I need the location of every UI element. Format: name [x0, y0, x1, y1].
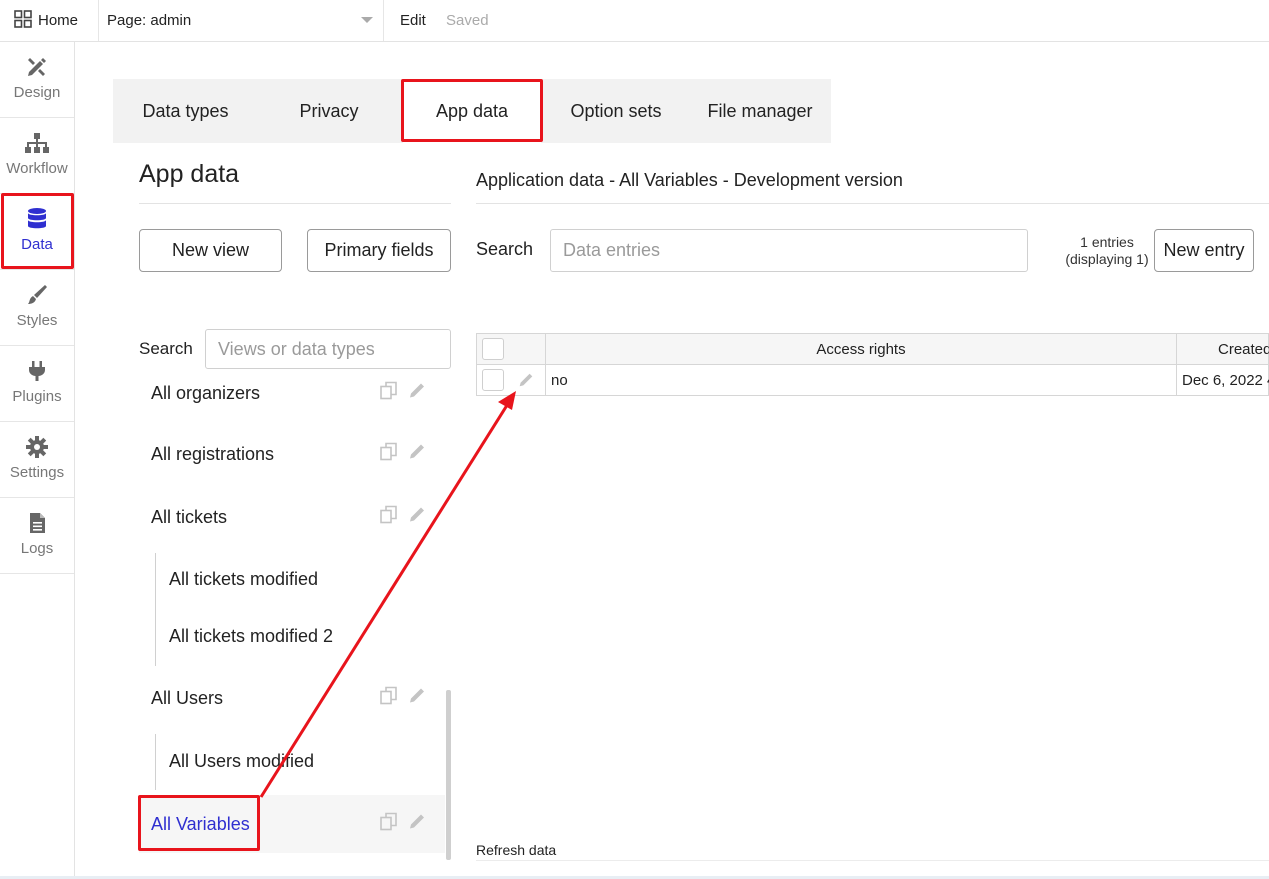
- page-select-value: Page: admin: [107, 12, 192, 29]
- pencil-icon[interactable]: [407, 812, 427, 837]
- divider: [139, 203, 451, 204]
- home-button[interactable]: Home: [0, 0, 99, 41]
- copy-icon[interactable]: [379, 686, 399, 711]
- column-header-access-rights[interactable]: Access rights: [546, 334, 1176, 364]
- list-item[interactable]: All Users modified: [155, 732, 445, 790]
- table-row[interactable]: no Dec 6, 2022 4: [476, 365, 1269, 396]
- grid-icon: [14, 9, 32, 32]
- tab-file-manager[interactable]: File manager: [689, 79, 831, 143]
- sidebar-item-label: Styles: [16, 312, 58, 329]
- sidebar-item-label: Design: [13, 84, 61, 101]
- copy-icon[interactable]: [379, 381, 399, 406]
- views-scrollbar[interactable]: [446, 690, 451, 860]
- list-item[interactable]: All tickets modified 2: [155, 607, 445, 665]
- sidebar-item-label: Settings: [9, 464, 65, 481]
- sidebar-item-workflow[interactable]: Workflow: [0, 118, 74, 194]
- tab-app-data[interactable]: App data: [403, 79, 541, 143]
- row-checkbox[interactable]: [482, 369, 504, 391]
- list-item[interactable]: All registrations: [139, 425, 445, 483]
- new-entry-button[interactable]: New entry: [1154, 229, 1254, 272]
- sidebar-item-label: Data: [21, 236, 53, 253]
- select-all-checkbox[interactable]: [482, 338, 504, 360]
- views-search-label: Search: [139, 339, 193, 358]
- gear-icon: [25, 434, 49, 460]
- page-title: App data: [139, 160, 240, 188]
- data-table: Access rights Created no Dec 6, 2022 4: [476, 333, 1269, 396]
- page-select[interactable]: Page: admin: [99, 0, 384, 41]
- column-header-created[interactable]: Created: [1218, 334, 1269, 364]
- sidebar-item-design[interactable]: Design: [0, 42, 74, 118]
- app-root: Home Page: admin Edit Saved Design Workf…: [0, 0, 1269, 879]
- cell-access-rights: no: [551, 371, 568, 389]
- data-heading: Application data - All Variables - Devel…: [476, 170, 903, 190]
- sidebar-item-plugins[interactable]: Plugins: [0, 346, 74, 422]
- new-view-button[interactable]: New view: [139, 229, 282, 272]
- document-icon: [27, 510, 47, 536]
- list-item[interactable]: All organizers: [139, 370, 445, 422]
- views-search-input[interactable]: [205, 329, 451, 369]
- home-label: Home: [38, 12, 79, 29]
- refresh-data-link[interactable]: Refresh data: [476, 842, 556, 858]
- design-icon: [25, 54, 49, 80]
- pencil-icon[interactable]: [407, 686, 427, 711]
- tab-privacy[interactable]: Privacy: [258, 79, 400, 143]
- plug-icon: [26, 358, 48, 384]
- pencil-icon[interactable]: [407, 505, 427, 530]
- pencil-icon[interactable]: [517, 365, 535, 395]
- table-header: Access rights Created: [476, 333, 1269, 365]
- tab-bar: Data types Privacy App data Option sets …: [113, 79, 831, 143]
- list-item[interactable]: All Users: [139, 669, 445, 727]
- list-item[interactable]: All tickets modified: [155, 550, 445, 608]
- sidebar-item-settings[interactable]: Settings: [0, 422, 74, 498]
- cell-created: Dec 6, 2022 4: [1182, 371, 1269, 389]
- sidebar-item-logs[interactable]: Logs: [0, 498, 74, 574]
- divider: [476, 203, 1269, 204]
- database-icon: [26, 206, 48, 232]
- copy-icon[interactable]: [379, 442, 399, 467]
- sidebar-item-label: Plugins: [12, 388, 62, 405]
- divider: [476, 860, 1269, 861]
- list-item[interactable]: All Variables: [139, 795, 445, 853]
- chevron-down-icon: [361, 17, 373, 23]
- entries-search-input[interactable]: [550, 229, 1028, 272]
- primary-fields-button[interactable]: Primary fields: [307, 229, 451, 272]
- pencil-icon[interactable]: [407, 381, 427, 406]
- copy-icon[interactable]: [379, 812, 399, 837]
- workflow-icon: [24, 130, 50, 156]
- sidebar-item-label: Workflow: [6, 160, 68, 177]
- pencil-icon[interactable]: [407, 442, 427, 467]
- sidebar-item-data[interactable]: Data: [0, 194, 74, 270]
- copy-icon[interactable]: [379, 505, 399, 530]
- brush-icon: [25, 282, 49, 308]
- tab-data-types[interactable]: Data types: [113, 79, 258, 143]
- views-list: All organizers All registrations All tic…: [139, 370, 451, 860]
- sidebar-item-label: Logs: [20, 540, 54, 557]
- list-item[interactable]: All tickets: [139, 488, 445, 546]
- sidebar: Design Workflow Data Styles Plugins Sett…: [0, 42, 75, 879]
- saved-status: Saved: [446, 12, 489, 29]
- entries-search-label: Search: [476, 239, 534, 259]
- entries-count: 1 entries (displaying 1): [1065, 234, 1149, 267]
- tab-option-sets[interactable]: Option sets: [543, 79, 689, 143]
- top-bar: Home Page: admin Edit Saved: [0, 0, 1269, 42]
- sidebar-item-styles[interactable]: Styles: [0, 270, 74, 346]
- edit-menu[interactable]: Edit: [400, 0, 426, 41]
